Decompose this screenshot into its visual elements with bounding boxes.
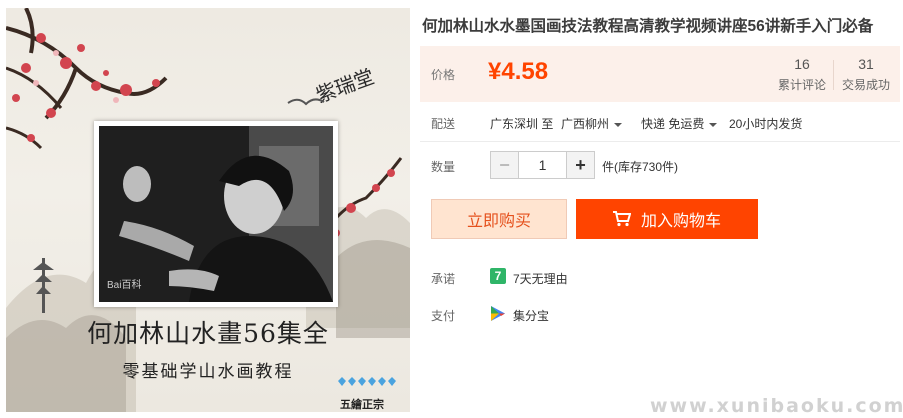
- author-photo: Bai百科: [94, 121, 338, 307]
- chevron-down-icon: [709, 122, 718, 127]
- product-main-image[interactable]: 紫瑞堂 Bai百科 何加林山水畫56集全 零基础学山水画教程 五繪正宗: [6, 8, 410, 412]
- trades-stat[interactable]: 31 交易成功: [836, 56, 896, 93]
- stat-divider: [833, 60, 834, 90]
- quantity-label: 数量: [431, 160, 456, 174]
- price-value: ¥4.58: [488, 58, 549, 85]
- delivery-origin: 广东深圳 至: [490, 117, 554, 131]
- price-panel: 价格 ¥4.58 16 累计评论 31 交易成功: [420, 46, 900, 102]
- add-to-cart-label: 加入购物车: [640, 213, 721, 230]
- cover-subtitle: 零基础学山水画教程: [122, 362, 294, 382]
- product-title: 何加林山水水墨国画技法教程高清教学视频讲座56讲新手入门必备: [422, 18, 874, 35]
- price-label: 价格: [431, 68, 456, 82]
- buy-now-button[interactable]: 立即购买: [431, 199, 567, 239]
- payment-text[interactable]: 集分宝: [513, 307, 549, 324]
- chevron-down-icon: [614, 122, 623, 127]
- reviews-count: 16: [794, 56, 810, 72]
- delivery-label: 配送: [431, 117, 456, 131]
- shipping-select[interactable]: 快递 免运费: [641, 115, 718, 132]
- trades-label: 交易成功: [841, 78, 890, 92]
- quantity-increase-button[interactable]: +: [566, 152, 594, 178]
- add-to-cart-button[interactable]: 加入购物车: [576, 199, 758, 239]
- promise-text[interactable]: 7天无理由: [513, 270, 568, 287]
- reviews-label: 累计评论: [777, 78, 826, 92]
- seven-day-return-icon: 7: [490, 268, 506, 284]
- site-watermark: www.xunibaoku.com: [650, 395, 903, 417]
- quantity-input[interactable]: [519, 152, 566, 178]
- destination-select[interactable]: 广西柳州: [561, 115, 623, 132]
- divider: [420, 141, 900, 142]
- product-info-panel: 何加林山水水墨国画技法教程高清教学视频讲座56讲新手入门必备 价格 ¥4.58 …: [420, 0, 903, 418]
- shipping-value: 快递 免运费: [641, 117, 705, 131]
- payment-label: 支付: [431, 309, 456, 323]
- quantity-stepper: − +: [490, 151, 595, 179]
- trades-count: 31: [858, 56, 874, 72]
- destination-value: 广西柳州: [561, 117, 610, 131]
- promise-label: 承诺: [431, 272, 456, 286]
- stock-info: 件(库存730件): [602, 160, 679, 174]
- quantity-decrease-button[interactable]: −: [491, 152, 519, 178]
- photo-watermark: Bai百科: [107, 280, 142, 291]
- cover-title: 何加林山水畫56集全: [87, 319, 329, 348]
- reviews-stat[interactable]: 16 累计评论: [772, 56, 832, 93]
- shopping-cart-icon: [612, 211, 631, 227]
- jifenbao-icon: [491, 306, 505, 321]
- cover-seal: 五繪正宗: [340, 398, 384, 411]
- dispatch-time: 20小时内发货: [729, 117, 803, 131]
